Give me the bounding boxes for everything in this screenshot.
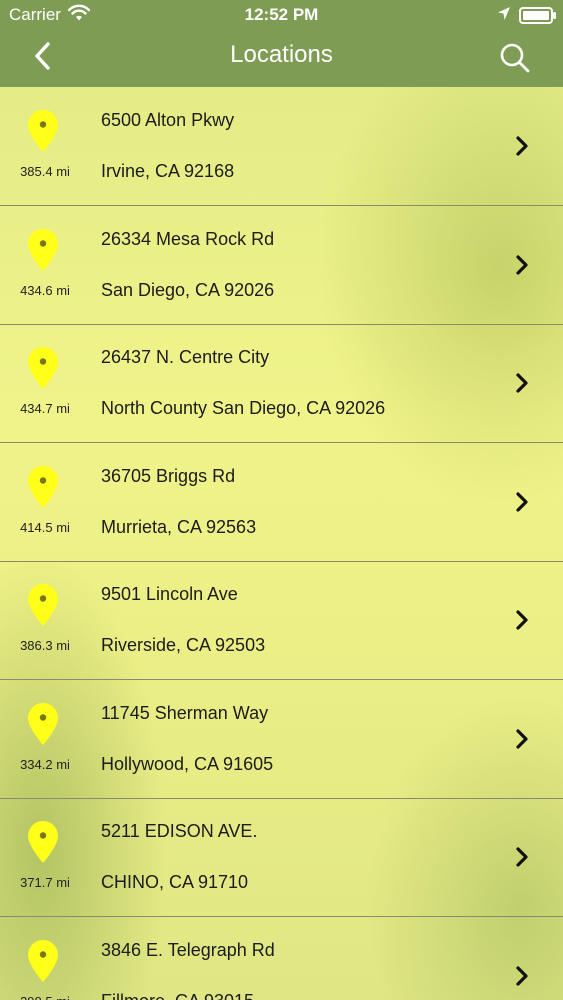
location-row[interactable]: 386.3 mi 9501 Lincoln Ave Riverside, CA 92… (0, 561, 563, 680)
search-icon (500, 43, 530, 73)
map-pin-icon (27, 820, 59, 864)
city-state-zip: Fillmore, CA 93015 (101, 991, 254, 1000)
map-pin-icon (27, 702, 59, 746)
chevron-right-icon (515, 965, 529, 987)
map-pin-icon (27, 465, 59, 509)
city-state-zip: Hollywood, CA 91605 (101, 753, 274, 774)
chevron-right-icon (515, 728, 529, 750)
status-bar: Carrier 12:52 PM (0, 0, 563, 30)
distance-label: 386.3 mi (20, 638, 70, 653)
chevron-right-icon (515, 846, 529, 868)
distance-label: 298.5 mi (0, 994, 90, 1000)
battery-icon (519, 7, 556, 24)
location-row[interactable]: 334.2 mi 11745 Sherman Way Hollywood, CA 9… (0, 680, 563, 799)
city-state-zip: San Diego, CA 92026 (101, 279, 275, 300)
street-address: 26334 Mesa Rock Rd (101, 228, 275, 249)
map-pin-icon (27, 109, 59, 153)
distance-label: 434.6 mi (20, 282, 70, 298)
status-time: 12:52 PM (244, 5, 319, 24)
map-pin-icon (27, 228, 59, 272)
distance-label: 385.4 mi (20, 164, 70, 179)
distance-label: 434.7 mi (20, 401, 70, 416)
chevron-right-icon (515, 609, 529, 631)
page-title: Locations (230, 41, 333, 68)
location-row[interactable]: 385.4 mi 6500 Alton Pkwy Irvine, CA 92168 (0, 87, 563, 206)
map-pin-icon (27, 346, 59, 390)
chevron-right-icon (515, 372, 529, 394)
location-row[interactable]: 298.5 mi 3846 E. Telegraph Rd Fillmore, CA… (0, 917, 563, 1000)
navigation-bar: Carrier 12:52 PM Locations (0, 0, 563, 87)
location-row[interactable]: 371.7 mi 5211 EDISON AVE. CHINO, CA 91710 (0, 798, 563, 917)
street-address: 6500 Alton Pkwy (101, 110, 235, 130)
screen: Carrier 12:52 PM Locations 385.4 mi 6500… (0, 0, 563, 1000)
city-state-zip: Murrieta, CA 92563 (101, 516, 257, 537)
locations-list[interactable]: 385.4 mi 6500 Alton Pkwy Irvine, CA 92168 4… (0, 87, 563, 1000)
search-button[interactable] (497, 40, 533, 76)
map-pin-icon (27, 939, 59, 983)
city-state-zip: CHINO, CA 91710 (101, 872, 249, 892)
chevron-right-icon (515, 135, 529, 157)
location-row[interactable]: 414.5 mi 36705 Briggs Rd Murrieta, CA 9256… (0, 443, 563, 562)
city-state-zip: North County San Diego, CA 92026 (101, 398, 386, 418)
distance-label: 334.2 mi (20, 756, 70, 772)
location-arrow-icon (497, 6, 511, 26)
city-state-zip: Riverside, CA 92503 (101, 635, 266, 655)
street-address: 5211 EDISON AVE. (101, 821, 258, 841)
street-address: 11745 Sherman Way (101, 702, 269, 723)
distance-label: 371.7 mi (20, 875, 70, 890)
street-address: 26437 N. Centre City (101, 347, 270, 367)
distance-label: 414.5 mi (20, 519, 70, 535)
location-row[interactable]: 434.6 mi 26334 Mesa Rock Rd San Diego, CA … (0, 206, 563, 325)
city-state-zip: Irvine, CA 92168 (101, 161, 235, 181)
street-address: 3846 E. Telegraph Rd (101, 939, 275, 960)
chevron-right-icon (515, 491, 529, 513)
street-address: 9501 Lincoln Ave (101, 584, 238, 604)
map-pin-icon (27, 583, 59, 627)
location-row[interactable]: 434.7 mi 26437 N. Centre City North County… (0, 324, 563, 443)
street-address: 36705 Briggs Rd (101, 465, 236, 486)
chevron-right-icon (515, 254, 529, 276)
